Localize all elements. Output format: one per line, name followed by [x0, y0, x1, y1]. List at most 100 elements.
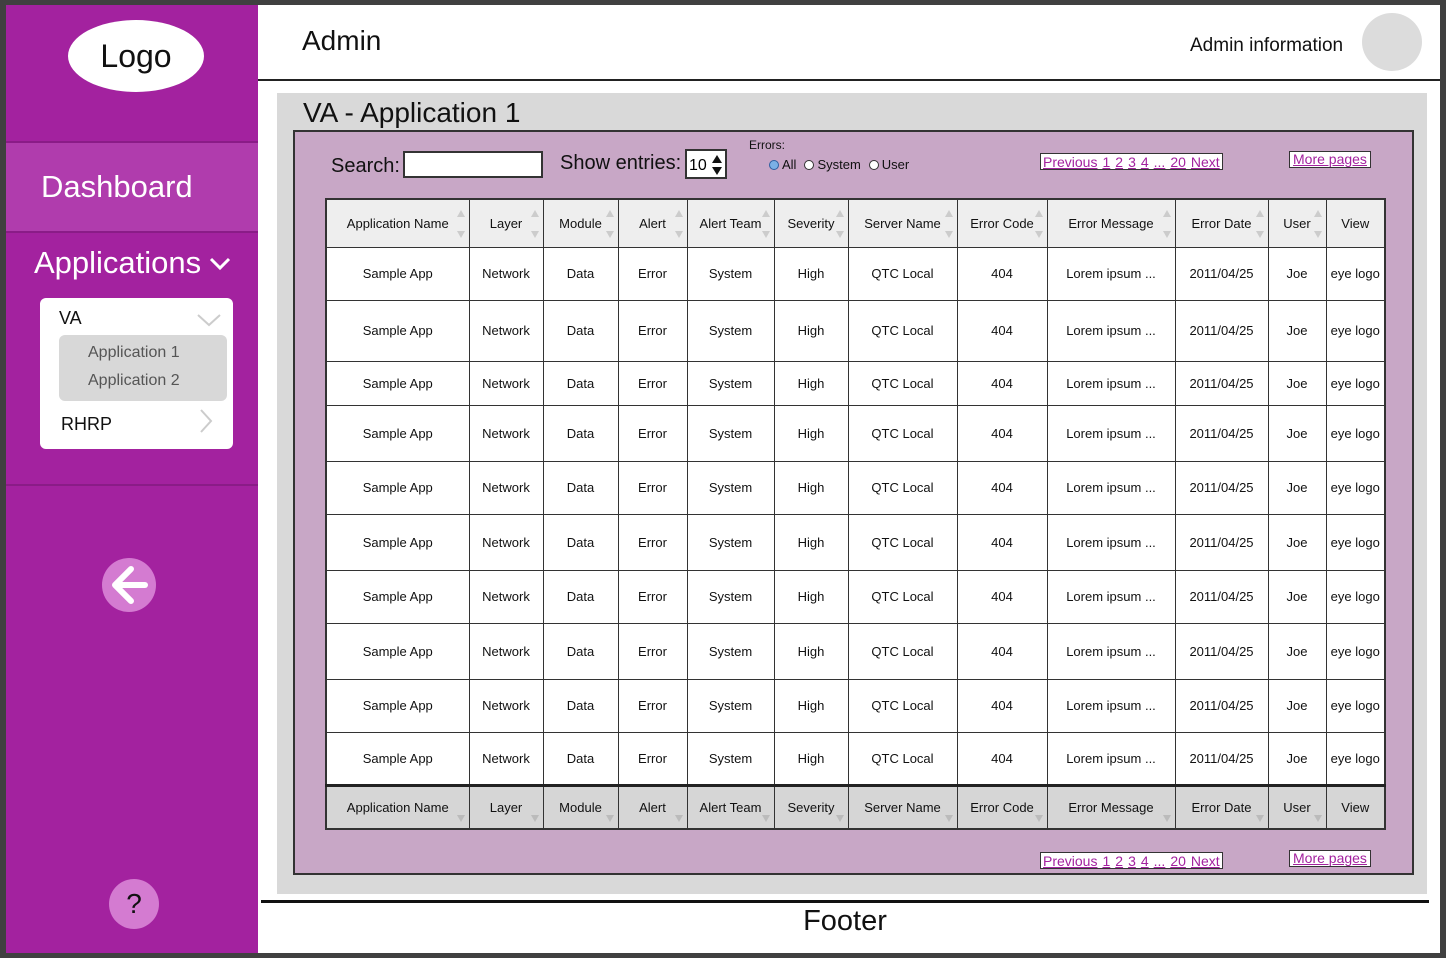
table-row[interactable]: Sample App Network Data Error System High QTC … [325, 678, 1386, 733]
submenu-item-application-1[interactable]: Application 1 [88, 344, 180, 362]
sort-icon[interactable] [761, 813, 771, 823]
pagination-page[interactable]: 2 [1113, 853, 1125, 870]
column-header[interactable]: Alert [617, 198, 688, 248]
chevron-down-icon[interactable] [196, 310, 222, 330]
column-footer[interactable]: Layer [468, 783, 544, 830]
submenu-item-application-2[interactable]: Application 2 [88, 372, 180, 390]
table-row[interactable]: Sample App Network Data Error System High QTC … [325, 513, 1386, 571]
radio-system[interactable] [804, 159, 815, 170]
column-footer[interactable]: Application Name [325, 783, 470, 830]
view-eye-logo[interactable]: eye logo [1325, 569, 1386, 624]
sidebar-item-dashboard[interactable]: Dashboard [6, 143, 258, 231]
pagination-page[interactable]: 1 [1100, 853, 1112, 870]
pagination-page[interactable]: 20 [1168, 154, 1188, 171]
radio-user[interactable] [868, 159, 879, 170]
sort-icon[interactable] [835, 208, 845, 240]
view-eye-logo[interactable]: eye logo [1325, 460, 1386, 515]
back-arrow-icon[interactable] [101, 557, 157, 613]
column-footer[interactable]: View [1325, 783, 1386, 830]
sort-icon[interactable] [605, 813, 615, 823]
radio-all[interactable] [769, 159, 779, 170]
pagination-page[interactable]: 4 [1139, 853, 1151, 870]
sort-icon[interactable] [1313, 208, 1323, 240]
show-entries-stepper[interactable]: 10 [685, 149, 727, 179]
sort-icon[interactable] [674, 813, 684, 823]
sort-icon[interactable] [1255, 813, 1265, 823]
column-footer[interactable]: Severity [773, 783, 849, 830]
chevron-right-icon[interactable] [196, 408, 216, 434]
view-eye-logo[interactable]: eye logo [1325, 678, 1386, 733]
pagination-previous[interactable]: Previous [1041, 154, 1099, 171]
column-footer[interactable]: Error Message [1046, 783, 1176, 830]
column-footer[interactable]: Server Name [847, 783, 958, 830]
more-pages-link[interactable]: More pages [1289, 151, 1371, 168]
sort-icon[interactable] [605, 208, 615, 240]
view-eye-logo[interactable]: eye logo [1325, 731, 1386, 786]
table-row[interactable]: Sample App Network Data Error System High QTC … [325, 299, 1386, 362]
pagination-page[interactable]: 1 [1100, 154, 1112, 171]
sort-icon[interactable] [456, 813, 466, 823]
sort-icon[interactable] [1034, 813, 1044, 823]
pagination-page[interactable]: 3 [1126, 154, 1138, 171]
view-eye-logo[interactable]: eye logo [1325, 622, 1386, 680]
table-row[interactable]: Sample App Network Data Error System High QTC … [325, 622, 1386, 680]
column-footer[interactable]: Error Date [1174, 783, 1269, 830]
column-footer[interactable]: Error Code [956, 783, 1048, 830]
pagination-page[interactable]: 4 [1139, 154, 1151, 171]
sort-icon[interactable] [944, 208, 954, 240]
pagination-page[interactable]: 2 [1113, 154, 1125, 171]
column-header[interactable]: Application Name [325, 198, 470, 248]
table-row[interactable]: Sample App Network Data Error System High QTC … [325, 569, 1386, 624]
column-footer[interactable]: Module [542, 783, 619, 830]
sort-icon[interactable] [1034, 208, 1044, 240]
sort-icon[interactable] [1313, 813, 1323, 823]
admin-information-link[interactable]: Admin information [1190, 35, 1343, 57]
sort-icon[interactable] [456, 208, 466, 240]
avatar[interactable] [1362, 13, 1422, 71]
sort-icon[interactable] [674, 208, 684, 240]
view-eye-logo[interactable]: eye logo [1325, 299, 1386, 362]
submenu-group-rhrp[interactable]: RHRP [61, 414, 112, 435]
column-footer[interactable]: User [1267, 783, 1327, 830]
column-header[interactable]: Error Code [956, 198, 1048, 248]
sort-icon[interactable] [1162, 813, 1172, 823]
table-row[interactable]: Sample App Network Data Error System High QTC … [325, 460, 1386, 515]
sort-icon[interactable] [530, 813, 540, 823]
view-eye-logo[interactable]: eye logo [1325, 246, 1386, 301]
table-row[interactable]: Sample App Network Data Error System High QTC … [325, 246, 1386, 301]
sort-icon[interactable] [835, 813, 845, 823]
column-header[interactable]: Error Date [1174, 198, 1269, 248]
column-header[interactable]: Alert Team [686, 198, 775, 248]
column-header[interactable]: Layer [468, 198, 544, 248]
column-header[interactable]: User [1267, 198, 1327, 248]
more-pages-link[interactable]: More pages [1289, 850, 1371, 867]
sort-icon[interactable] [944, 813, 954, 823]
view-eye-logo[interactable]: eye logo [1325, 513, 1386, 571]
stepper-arrows-icon[interactable] [711, 153, 723, 177]
sort-icon[interactable] [530, 208, 540, 240]
help-button[interactable]: ? [109, 879, 159, 929]
sort-icon[interactable] [761, 208, 771, 240]
sidebar-item-applications[interactable]: Applications [34, 245, 233, 281]
view-eye-logo[interactable]: eye logo [1325, 404, 1386, 462]
submenu-group-va[interactable]: VA [59, 308, 82, 329]
pagination-previous[interactable]: Previous [1041, 853, 1099, 870]
column-footer[interactable]: Alert Team [686, 783, 775, 830]
column-header[interactable]: View [1325, 198, 1386, 248]
column-header[interactable]: Severity [773, 198, 849, 248]
column-footer[interactable]: Alert [617, 783, 688, 830]
pagination-next[interactable]: Next [1189, 154, 1222, 171]
column-header[interactable]: Error Message [1046, 198, 1176, 248]
column-header[interactable]: Module [542, 198, 619, 248]
pagination-page[interactable]: 3 [1126, 853, 1138, 870]
table-row[interactable]: Sample App Network Data Error System High QTC … [325, 360, 1386, 406]
table-row[interactable]: Sample App Network Data Error System High QTC … [325, 404, 1386, 462]
table-row[interactable]: Sample App Network Data Error System High QTC … [325, 731, 1386, 786]
view-eye-logo[interactable]: eye logo [1325, 360, 1386, 406]
search-input[interactable] [403, 151, 543, 178]
pagination-next[interactable]: Next [1189, 853, 1222, 870]
sort-icon[interactable] [1162, 208, 1172, 240]
pagination-page[interactable]: 20 [1168, 853, 1188, 870]
column-header[interactable]: Server Name [847, 198, 958, 248]
logo[interactable]: Logo [68, 20, 204, 92]
